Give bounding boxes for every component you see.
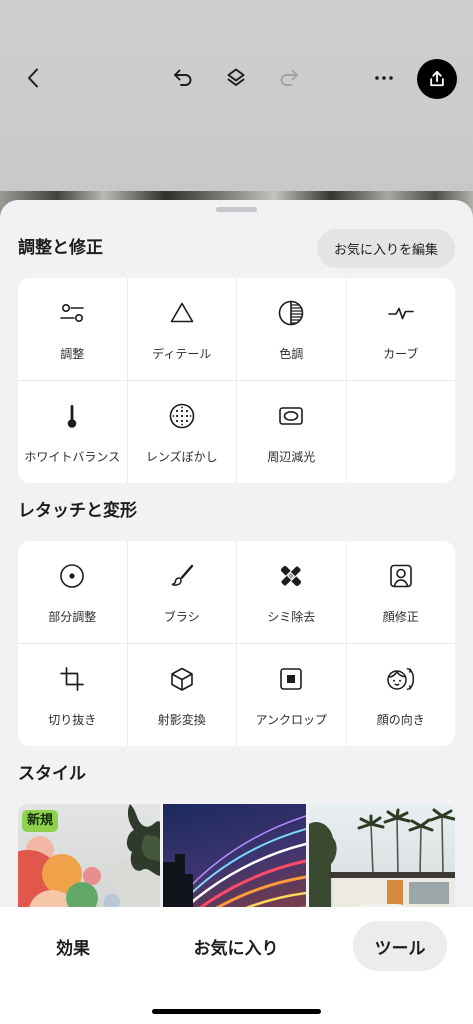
layers-icon bbox=[227, 68, 245, 86]
tool-label: 顔修正 bbox=[382, 610, 419, 624]
tool-adjust[interactable]: 調整 bbox=[18, 278, 127, 380]
section-title-styles: スタイル bbox=[18, 764, 86, 784]
empty-cell bbox=[346, 381, 455, 483]
bandage-icon bbox=[280, 565, 302, 587]
tool-label: 射影変換 bbox=[157, 713, 206, 727]
tool-label: レンズぼかし bbox=[145, 450, 218, 464]
ellipsis-icon bbox=[375, 76, 393, 80]
retouch-tools-grid: 部分調整 ブラシ シミ除去 顔修正 切り抜き 射影変換 アンクロップ 顔の向き bbox=[18, 541, 455, 746]
tool-label: ディテール bbox=[152, 347, 212, 361]
tool-face-angle[interactable]: 顔の向き bbox=[346, 644, 455, 746]
sliders-icon bbox=[60, 304, 85, 323]
tool-detail[interactable]: ディテール bbox=[127, 278, 236, 380]
tool-brush[interactable]: ブラシ bbox=[127, 541, 236, 643]
tool-lens-blur[interactable]: レンズぼかし bbox=[127, 381, 236, 483]
target-dot-icon bbox=[60, 564, 85, 588]
brush-icon bbox=[171, 564, 193, 586]
dotted-circle-icon bbox=[169, 403, 195, 429]
tool-face-retouch[interactable]: 顔修正 bbox=[346, 541, 455, 643]
tool-uncrop[interactable]: アンクロップ bbox=[237, 644, 346, 746]
layers-button[interactable] bbox=[224, 66, 248, 90]
tool-label: 調整 bbox=[60, 347, 85, 361]
curve-line-icon bbox=[387, 307, 414, 320]
tool-crop[interactable]: 切り抜き bbox=[18, 644, 127, 746]
undo-icon bbox=[174, 69, 192, 86]
redo-button[interactable] bbox=[277, 66, 301, 90]
tools-sheet: 調整と修正 お気に入りを編集 調整 ディテール 色調 カーブ ホワイトバランス … bbox=[0, 200, 473, 1024]
new-badge: 新規 bbox=[22, 810, 59, 832]
tab-favorites[interactable]: お気に入り bbox=[176, 921, 296, 971]
tool-label: 切り抜き bbox=[48, 713, 97, 727]
edit-favorites-button[interactable]: お気に入りを編集 bbox=[317, 229, 455, 268]
uncrop-icon bbox=[280, 668, 303, 690]
adjust-tools-grid: 調整 ディテール 色調 カーブ ホワイトバランス レンズぼかし 周辺減光 bbox=[18, 278, 455, 483]
section-title-retouch: レタッチと変形 bbox=[18, 501, 137, 521]
tool-label: アンクロップ bbox=[255, 713, 328, 727]
more-button[interactable] bbox=[372, 66, 396, 90]
tool-label: ブラシ bbox=[163, 610, 200, 624]
tool-vignette[interactable]: 周辺減光 bbox=[237, 381, 346, 483]
tool-label: 色調 bbox=[279, 347, 304, 361]
home-indicator bbox=[152, 1009, 321, 1014]
tool-label: 部分調整 bbox=[48, 610, 97, 624]
bottom-tab-bar: 効果 お気に入り ツール bbox=[0, 907, 473, 1024]
sheet-drag-handle[interactable] bbox=[216, 207, 257, 212]
tool-healing[interactable]: シミ除去 bbox=[237, 541, 346, 643]
back-button[interactable] bbox=[22, 66, 46, 90]
face-rotate-icon bbox=[387, 668, 414, 690]
tool-label: シミ除去 bbox=[267, 610, 316, 624]
tool-label: 顔の向き bbox=[376, 713, 425, 727]
section-title-adjust: 調整と修正 bbox=[18, 238, 103, 258]
vignette-icon bbox=[279, 407, 304, 425]
crop-icon bbox=[60, 667, 85, 691]
portrait-icon bbox=[389, 564, 412, 588]
tool-perspective[interactable]: 射影変換 bbox=[127, 644, 236, 746]
tool-label: カーブ bbox=[383, 347, 419, 361]
undo-button[interactable] bbox=[171, 66, 195, 90]
thermometer-icon bbox=[67, 405, 77, 428]
triangle-icon bbox=[170, 302, 194, 323]
tool-curves[interactable]: カーブ bbox=[346, 278, 455, 380]
tab-effects[interactable]: 効果 bbox=[30, 921, 116, 971]
tool-white-balance[interactable]: ホワイトバランス bbox=[18, 381, 127, 483]
tool-label: ホワイトバランス bbox=[24, 450, 121, 464]
tool-tone[interactable]: 色調 bbox=[237, 278, 346, 380]
chevron-left-icon bbox=[28, 68, 38, 88]
tool-label: 周辺減光 bbox=[267, 450, 316, 464]
redo-icon bbox=[280, 69, 298, 86]
export-button[interactable] bbox=[417, 59, 457, 99]
tool-selective-adjust[interactable]: 部分調整 bbox=[18, 541, 127, 643]
tone-circle-icon bbox=[278, 300, 304, 326]
cube-icon bbox=[170, 667, 193, 691]
tab-tools[interactable]: ツール bbox=[353, 921, 447, 971]
export-icon bbox=[430, 71, 444, 87]
